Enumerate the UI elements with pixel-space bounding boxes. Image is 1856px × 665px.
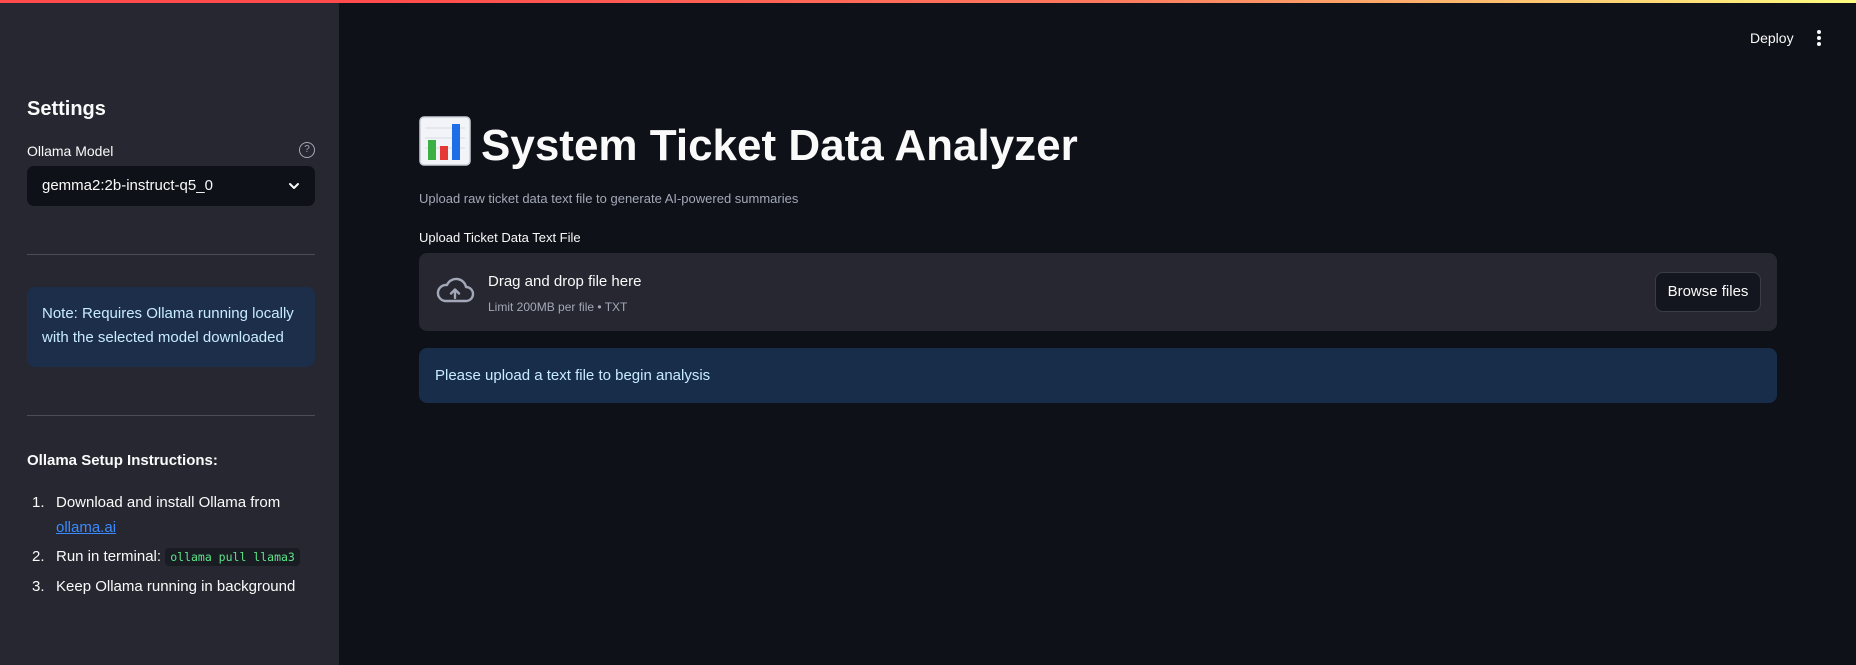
step-text: Download and install Ollama from	[56, 494, 281, 511]
dropzone-limit: Limit 200MB per file • TXT	[488, 300, 628, 314]
deploy-button[interactable]: Deploy	[1750, 30, 1794, 46]
list-item: 3. Keep Ollama running in background	[27, 574, 327, 599]
page-title-text: System Ticket Data Analyzer	[481, 121, 1078, 170]
bar-chart-emoji-icon	[419, 116, 471, 166]
model-select[interactable]: gemma2:2b-instruct-q5_0	[27, 166, 315, 206]
list-item: 2. Run in terminal: ollama pull llama3	[27, 544, 327, 570]
step-number: 1.	[32, 494, 45, 511]
setup-steps-list: 1. Download and install Ollama from olla…	[27, 490, 327, 603]
sidebar-note: Note: Requires Ollama running locally wi…	[27, 287, 315, 367]
file-dropzone[interactable]: Drag and drop file here Limit 200MB per …	[419, 253, 1777, 331]
sidebar-divider	[27, 254, 315, 255]
step-text: Run in terminal:	[56, 548, 166, 565]
help-circle-icon[interactable]: ?	[299, 142, 315, 158]
model-select-label: Ollama Model	[27, 143, 114, 159]
list-item: 1. Download and install Ollama from olla…	[27, 490, 327, 540]
info-alert: Please upload a text file to begin analy…	[419, 348, 1777, 403]
chevron-down-icon	[289, 183, 299, 189]
step-number: 3.	[32, 578, 45, 595]
sidebar: Settings Ollama Model ? gemma2:2b-instru…	[0, 0, 339, 665]
top-decoration-bar	[0, 0, 1856, 3]
kebab-menu-icon[interactable]	[1816, 30, 1822, 46]
ollama-link[interactable]: ollama.ai	[56, 519, 116, 536]
step-number: 2.	[32, 548, 45, 565]
cloud-upload-icon	[436, 277, 475, 303]
sidebar-divider	[27, 415, 315, 416]
dropzone-instruction: Drag and drop file here	[488, 273, 642, 290]
terminal-command: ollama pull llama3	[165, 548, 300, 566]
page-title: System Ticket Data Analyzer	[419, 116, 1078, 171]
setup-instructions-title: Ollama Setup Instructions:	[27, 452, 218, 469]
file-uploader-label: Upload Ticket Data Text File	[419, 230, 581, 245]
model-select-value: gemma2:2b-instruct-q5_0	[42, 177, 213, 194]
browse-files-button[interactable]: Browse files	[1655, 272, 1761, 312]
page-subtitle: Upload raw ticket data text file to gene…	[419, 191, 799, 206]
step-text: Keep Ollama running in background	[56, 578, 296, 595]
sidebar-title: Settings	[27, 98, 106, 120]
